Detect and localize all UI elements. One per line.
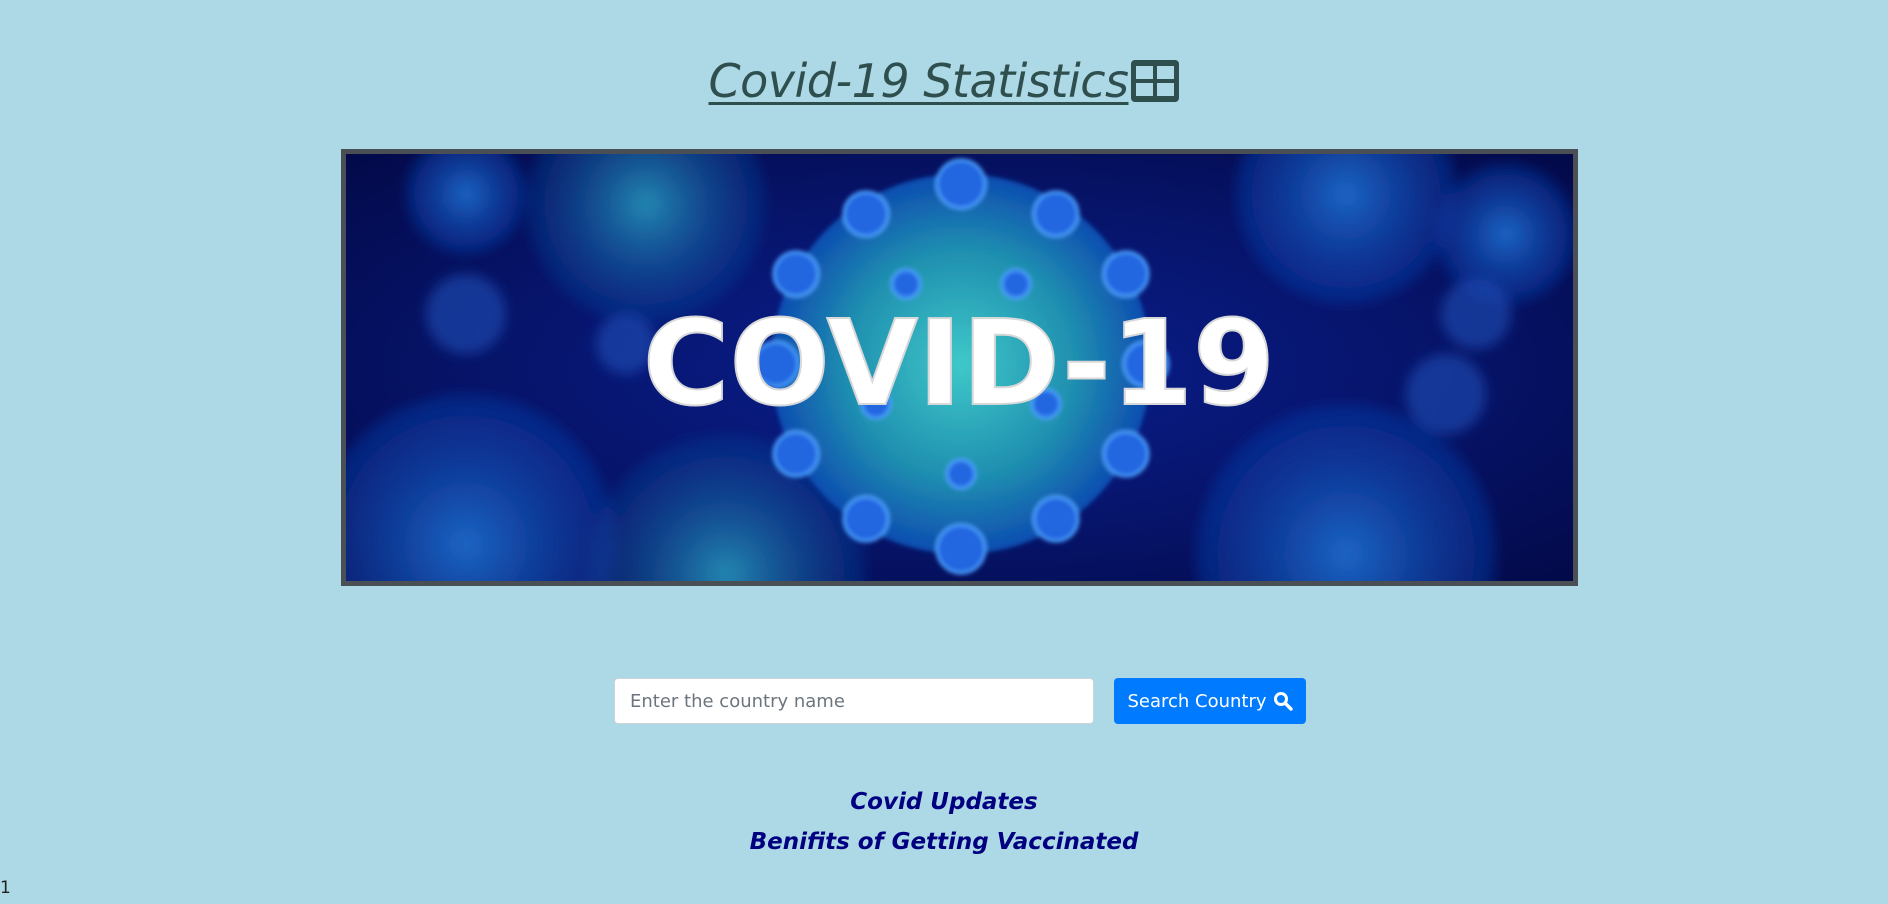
page-number: 1 xyxy=(0,878,11,898)
vaccination-benefits-link[interactable]: Benifits of Getting Vaccinated xyxy=(750,822,1139,862)
table-icon xyxy=(1130,60,1179,102)
page-title: Covid-19 Statistics xyxy=(708,54,1130,108)
covid-virus-illustration: COVID-19 xyxy=(346,154,1573,581)
covid-updates-link[interactable]: Covid Updates xyxy=(850,782,1037,822)
search-country-button[interactable]: Search Country xyxy=(1114,678,1306,724)
banner-text: COVID-19 xyxy=(643,294,1275,432)
country-search-input[interactable] xyxy=(614,678,1094,724)
search-button-label: Search Country xyxy=(1127,690,1267,712)
header: Covid-19 Statistics xyxy=(0,52,1888,114)
covid-banner-image: COVID-19 xyxy=(341,149,1578,586)
page: Covid-19 Statistics COVID-19 Enter the c… xyxy=(0,0,1888,904)
search-icon xyxy=(1273,692,1293,711)
nav-links: Covid Updates Benifits of Getting Vaccin… xyxy=(0,782,1888,862)
